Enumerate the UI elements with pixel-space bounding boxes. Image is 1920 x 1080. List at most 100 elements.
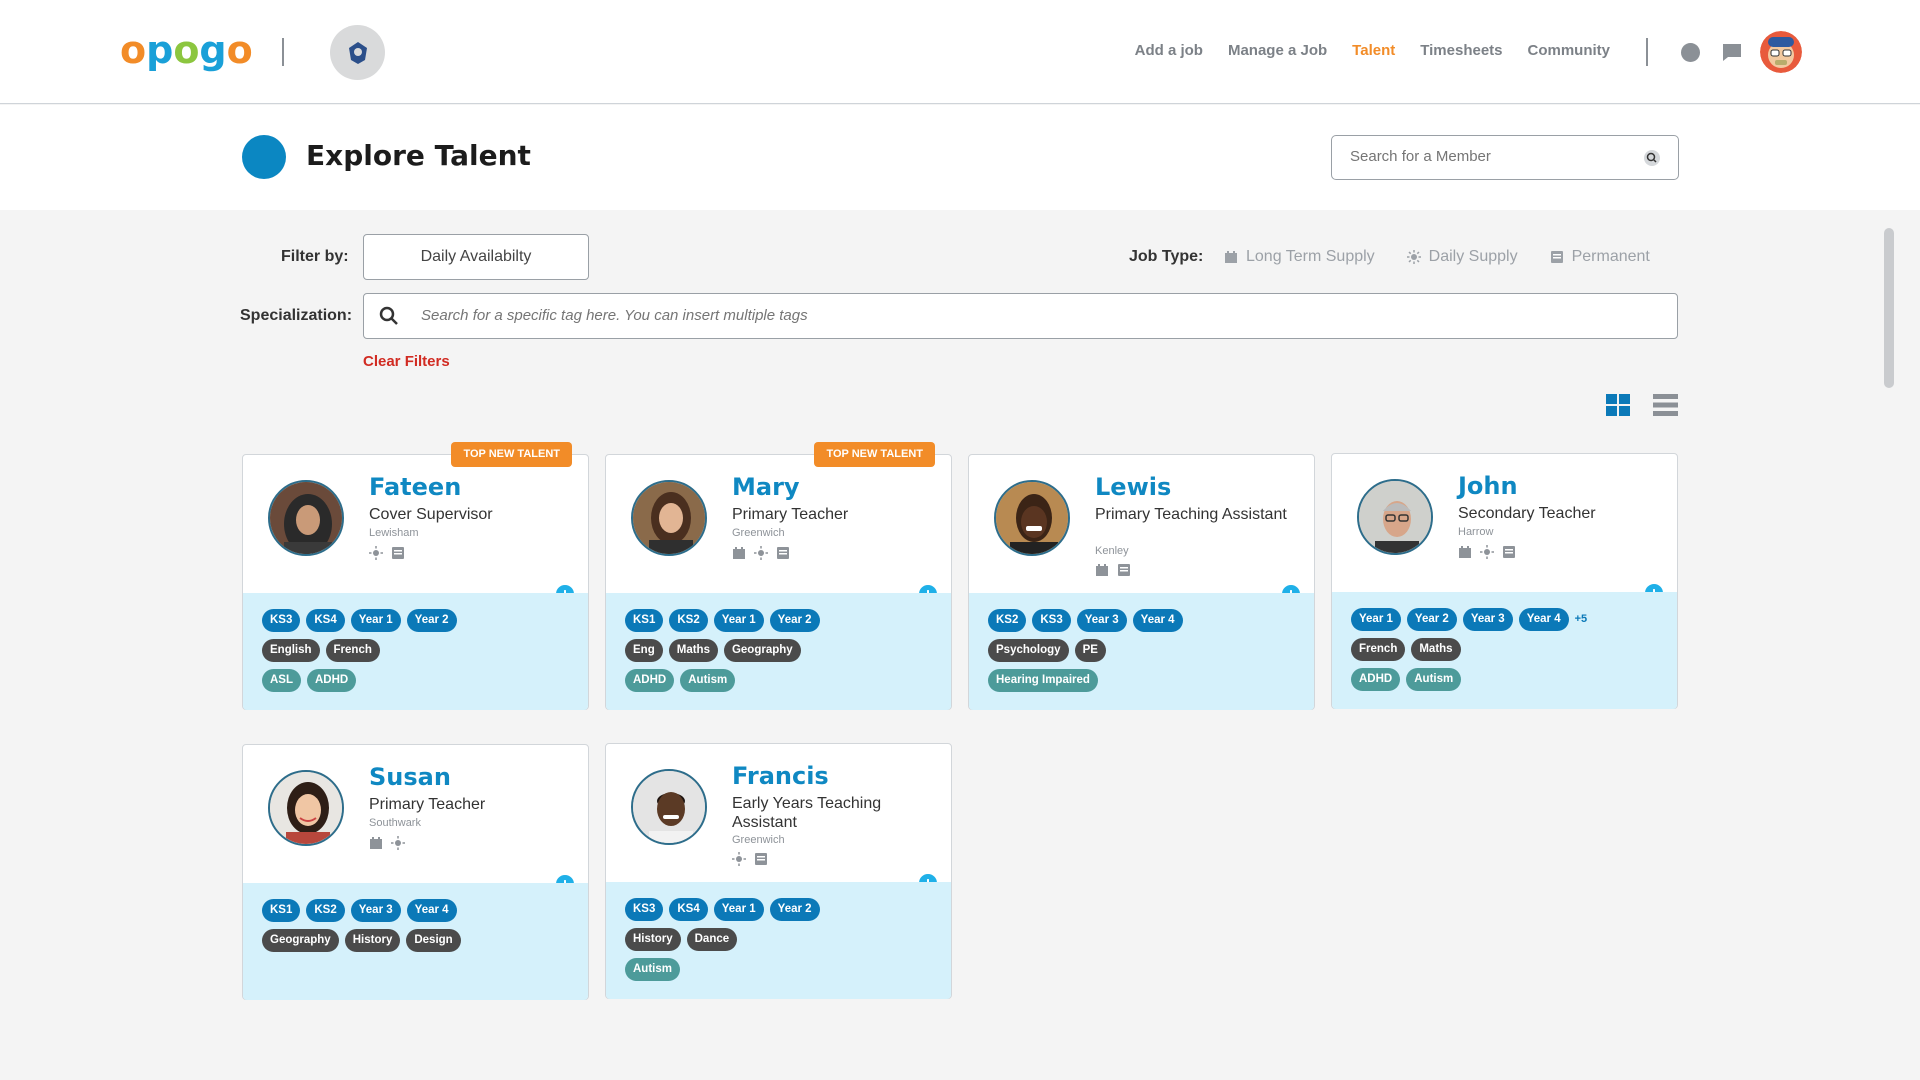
tag: KS3: [262, 608, 301, 632]
tag: Geography: [262, 928, 339, 952]
permanent-icon: [1503, 546, 1515, 558]
clear-filters-link[interactable]: Clear Filters: [363, 353, 450, 370]
nav-manage-a-job[interactable]: Manage a Job: [1228, 42, 1327, 59]
talent-name[interactable]: Lewis: [1095, 473, 1171, 501]
talent-location: Kenley: [1095, 545, 1129, 557]
tag: KS2: [988, 608, 1027, 632]
user-avatar[interactable]: [1760, 31, 1802, 73]
nav-divider: [1646, 38, 1648, 66]
availability-icons: [732, 546, 790, 560]
availability-icons: [369, 836, 405, 850]
permanent-icon: [392, 547, 404, 559]
tag: ADHD: [625, 668, 675, 692]
tag: Year 3: [350, 898, 401, 922]
tag: French: [325, 638, 380, 662]
school-crest-logo[interactable]: [330, 25, 385, 80]
talent-card-susan[interactable]: Susan Primary Teacher Southwark + KS1 KS…: [242, 744, 589, 1000]
availability-icons: [1095, 563, 1131, 577]
talent-name[interactable]: Francis: [732, 762, 829, 790]
page-title: Explore Talent: [306, 139, 531, 172]
nav-community[interactable]: Community: [1528, 42, 1611, 59]
tag: Year 4: [1518, 607, 1569, 631]
member-search: [1331, 135, 1679, 180]
tag: KS4: [669, 897, 708, 921]
talent-card-francis[interactable]: Francis Early Years Teaching Assistant G…: [605, 743, 952, 999]
talent-photo: [631, 480, 707, 556]
daily-supply-icon: [391, 836, 405, 850]
tag: ASL: [262, 668, 301, 692]
specialization-search: [363, 293, 1678, 339]
long-term-icon: [1459, 546, 1471, 558]
tag: KS2: [306, 898, 345, 922]
scrollbar-thumb[interactable]: [1884, 228, 1894, 388]
nav-talent[interactable]: Talent: [1352, 42, 1395, 59]
header-divider: [282, 38, 284, 66]
specialization-label: Specialization:: [240, 307, 353, 324]
talent-card-john[interactable]: John Secondary Teacher Harrow + Year 1 Y…: [1331, 453, 1678, 709]
talent-photo: [268, 770, 344, 846]
daily-supply-icon: [1480, 545, 1494, 559]
tag: Year 4: [406, 898, 457, 922]
tag: Maths: [668, 638, 718, 662]
tag: Year 1: [1351, 607, 1401, 631]
tag: PE: [1074, 638, 1106, 662]
notifications-icon[interactable]: [1681, 43, 1700, 62]
tag: Autism: [1406, 667, 1462, 691]
nav-add-a-job[interactable]: Add a job: [1135, 42, 1203, 59]
talent-location: Southwark: [369, 817, 421, 829]
sun-icon: [1406, 250, 1421, 264]
tag: Psychology: [988, 638, 1069, 662]
job-type-long-term-supply[interactable]: Long Term Supply: [1224, 248, 1375, 266]
long-term-icon: [370, 837, 382, 849]
list-view-icon[interactable]: [1653, 394, 1678, 421]
tag: Design: [406, 928, 461, 952]
talent-role: Primary Teacher: [732, 506, 849, 523]
talent-card-fateen[interactable]: TOP NEW TALENT Fateen Cover Supervisor L…: [242, 442, 589, 710]
talent-name[interactable]: Susan: [369, 763, 451, 791]
talent-location: Harrow: [1458, 526, 1494, 538]
talent-role: Secondary Teacher: [1458, 505, 1596, 522]
tag: Geography: [723, 638, 801, 662]
tag: KS2: [669, 608, 708, 632]
talent-role: Cover Supervisor: [369, 506, 493, 523]
availability-icons: [1458, 545, 1516, 559]
main-nav: Add a job Manage a Job Talent Timesheets…: [1135, 42, 1610, 59]
specialization-input[interactable]: [421, 307, 1621, 324]
job-type-daily-supply[interactable]: Daily Supply: [1406, 248, 1518, 266]
talent-location: Greenwich: [732, 527, 785, 539]
messages-icon[interactable]: [1722, 42, 1742, 67]
opogo-logo[interactable]: opogo: [120, 28, 253, 72]
talent-card-mary[interactable]: TOP NEW TALENT Mary Primary Teacher Gree…: [605, 442, 952, 710]
job-type-label-permanent: Permanent: [1571, 248, 1650, 265]
tag: KS1: [625, 608, 664, 632]
tag: Year 1: [350, 608, 401, 632]
talent-card-lewis[interactable]: Lewis Primary Teaching Assistant Kenley …: [968, 454, 1315, 710]
permanent-icon: [1118, 564, 1130, 576]
tag: Year 3: [1462, 607, 1513, 631]
tag: Year 2: [769, 608, 820, 632]
talent-name[interactable]: Mary: [732, 473, 800, 501]
tag: Autism: [680, 668, 736, 692]
tag: KS3: [1032, 608, 1071, 632]
tag: Year 3: [1076, 608, 1127, 632]
tag: ADHD: [1351, 667, 1401, 691]
job-type-permanent[interactable]: Permanent: [1550, 248, 1650, 266]
magnifier-icon: [379, 306, 398, 325]
grid-view-icon[interactable]: [1606, 394, 1630, 421]
tag: KS4: [306, 608, 345, 632]
talent-role: Primary Teacher: [369, 796, 486, 813]
contract-icon: [1550, 251, 1563, 263]
talent-name[interactable]: John: [1458, 472, 1518, 500]
job-type-options: Long Term Supply Daily Supply Permanent: [1224, 248, 1650, 266]
nav-timesheets[interactable]: Timesheets: [1420, 42, 1502, 59]
daily-availability-filter-button[interactable]: Daily Availabilty: [363, 234, 589, 280]
member-search-input[interactable]: [1350, 148, 1640, 165]
more-tags-count[interactable]: +5: [1575, 613, 1588, 625]
search-icon[interactable]: [1644, 150, 1660, 166]
availability-icons: [369, 546, 405, 560]
tag: Year 2: [406, 608, 457, 632]
tag: English: [262, 638, 320, 662]
talent-name[interactable]: Fateen: [369, 473, 461, 501]
tag: Year 1: [713, 608, 764, 632]
tag: KS1: [262, 898, 301, 922]
